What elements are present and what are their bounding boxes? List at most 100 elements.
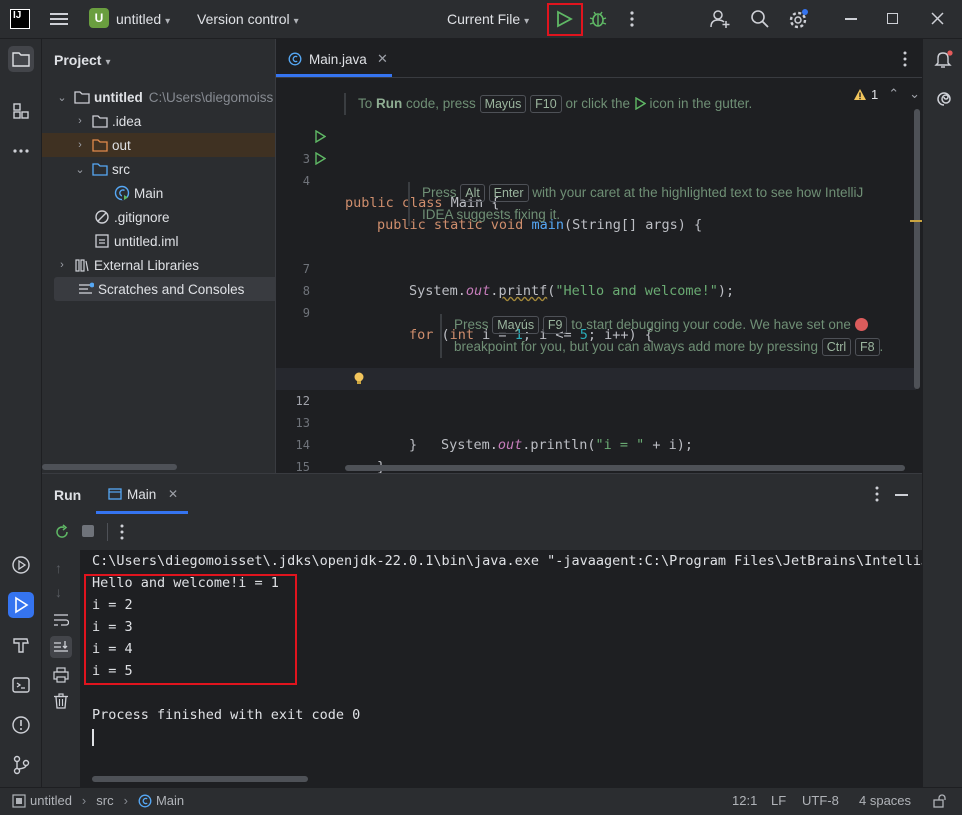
project-badge[interactable]: U bbox=[89, 8, 109, 28]
trash-icon[interactable] bbox=[53, 693, 69, 709]
file-encoding[interactable]: UTF-8 bbox=[802, 793, 839, 808]
project-horizontal-scrollbar[interactable] bbox=[42, 464, 177, 470]
run-gutter-icon[interactable] bbox=[314, 130, 326, 143]
tab-options-icon[interactable] bbox=[902, 51, 908, 67]
notifications-bell-icon[interactable] bbox=[931, 46, 957, 72]
tree-item-out[interactable]: › out bbox=[42, 133, 307, 157]
terminal-icon[interactable] bbox=[8, 672, 34, 698]
code-line-4[interactable]: 4 public static void main(String[] args)… bbox=[276, 148, 916, 233]
hint-text: breakpoint for you, but you can always a… bbox=[454, 339, 822, 354]
structure-icon[interactable] bbox=[8, 98, 34, 124]
code-line-9[interactable]: 9 for (int i = 1; i <= 5; i++) { bbox=[276, 280, 916, 343]
ai-assistant-icon[interactable] bbox=[931, 86, 957, 112]
code-line-12[interactable]: 12 System.out.println("i = " + i); bbox=[276, 368, 916, 453]
run-tool-icon[interactable] bbox=[8, 592, 34, 618]
more-actions-icon[interactable] bbox=[119, 524, 125, 540]
close-tab-icon[interactable]: ✕ bbox=[377, 51, 388, 67]
warning-stripe-marker[interactable] bbox=[910, 220, 922, 222]
tab-run-main[interactable]: Main ✕ bbox=[96, 474, 188, 514]
more-tools-icon[interactable] bbox=[8, 138, 34, 164]
tree-item-external-libraries[interactable]: › External Libraries bbox=[42, 253, 289, 277]
indent-setting[interactable]: 4 spaces bbox=[859, 793, 911, 808]
scroll-up-icon[interactable]: ↑ bbox=[55, 560, 62, 576]
scroll-to-end-icon[interactable] bbox=[50, 636, 72, 658]
close-tab-icon[interactable]: ✕ bbox=[168, 487, 178, 501]
app-logo[interactable]: IJ bbox=[10, 9, 30, 29]
chevron-right-icon: › bbox=[78, 115, 82, 127]
run-gutter-icon[interactable] bbox=[314, 152, 326, 165]
rerun-icon[interactable] bbox=[54, 524, 70, 540]
hint-text: or click the bbox=[561, 96, 634, 111]
hint-text: . bbox=[879, 339, 884, 354]
run-config-selector[interactable]: Current File ▾ bbox=[447, 11, 529, 27]
tree-item-label: Main bbox=[134, 185, 164, 201]
chevron-down-icon: ▾ bbox=[105, 57, 111, 68]
breakpoint-icon bbox=[854, 318, 868, 331]
editor: Main.java ✕ 1 ⌃ ⌄ To Run code, press May… bbox=[276, 39, 922, 497]
tree-item-idea[interactable]: › .idea bbox=[42, 109, 307, 133]
more-actions-icon[interactable] bbox=[629, 11, 635, 27]
code-line-15[interactable]: 15 } bbox=[276, 434, 916, 497]
code-line-13[interactable]: 13 } bbox=[276, 390, 916, 453]
java-class-icon bbox=[114, 185, 130, 201]
add-user-icon[interactable] bbox=[709, 9, 731, 29]
main-menu-icon[interactable] bbox=[50, 11, 68, 27]
print-icon[interactable] bbox=[53, 667, 69, 683]
run-options-icon[interactable] bbox=[874, 486, 880, 502]
scroll-down-icon[interactable]: ↓ bbox=[55, 584, 62, 600]
project-panel: Project ▾ ⌄ untitled C:\Users\diegomoiss … bbox=[42, 39, 307, 473]
git-icon[interactable] bbox=[8, 752, 34, 778]
build-hammer-icon[interactable] bbox=[8, 632, 34, 658]
shortcut-key: Mayús bbox=[479, 95, 527, 113]
tree-item-src[interactable]: ⌄ src bbox=[42, 157, 307, 181]
search-icon[interactable] bbox=[750, 9, 770, 29]
breadcrumb-item[interactable]: untitled bbox=[30, 793, 72, 808]
settings-gear-icon[interactable] bbox=[788, 8, 810, 30]
debug-button[interactable] bbox=[588, 9, 608, 29]
editor-vertical-scrollbar[interactable] bbox=[914, 109, 920, 389]
warning-icon bbox=[853, 88, 867, 101]
soft-wrap-icon[interactable] bbox=[53, 613, 69, 627]
problems-icon[interactable] bbox=[8, 712, 34, 738]
code-line-3[interactable]: 3 public class Main { bbox=[276, 126, 916, 211]
code-line-8[interactable]: 8 bbox=[276, 258, 916, 298]
lock-icon[interactable] bbox=[933, 794, 947, 808]
editor-horizontal-scrollbar[interactable] bbox=[345, 465, 905, 471]
minimize-window-icon[interactable] bbox=[845, 18, 857, 20]
project-panel-title: Project bbox=[54, 52, 102, 68]
shortcut-key: Ctrl bbox=[821, 338, 852, 356]
close-window-icon[interactable] bbox=[931, 9, 945, 29]
hint-text: Press bbox=[454, 317, 493, 332]
chevron-down-icon[interactable]: ⌄ bbox=[909, 86, 920, 102]
project-selector[interactable]: untitled ▾ bbox=[116, 11, 170, 27]
code-line-14[interactable]: 14 } bbox=[276, 412, 916, 475]
code-line-7[interactable]: 7 System.out.printf("Hello and welcome!"… bbox=[276, 236, 916, 299]
hide-panel-icon[interactable] bbox=[895, 494, 908, 496]
tree-item-scratches[interactable]: Scratches and Consoles bbox=[54, 277, 286, 301]
lightbulb-icon[interactable] bbox=[352, 371, 366, 387]
chevron-down-icon: ▾ bbox=[165, 16, 171, 27]
caret-position[interactable]: 12:1 bbox=[732, 793, 757, 808]
tab-label: Main bbox=[127, 487, 157, 502]
console-horizontal-scrollbar[interactable] bbox=[92, 776, 308, 782]
services-icon[interactable] bbox=[8, 552, 34, 578]
project-panel-header[interactable]: Project ▾ bbox=[54, 52, 111, 68]
maximize-window-icon[interactable] bbox=[887, 13, 898, 24]
project-folder-icon[interactable] bbox=[8, 46, 34, 72]
shortcut-key: Enter bbox=[488, 184, 529, 202]
tree-item-untitled[interactable]: ⌄ untitled C:\Users\diegomoiss bbox=[42, 85, 289, 109]
tree-item-label: Scratches and Consoles bbox=[98, 281, 245, 297]
debug-hint: Press Mayús F9 to start debugging your c… bbox=[440, 314, 883, 358]
hint-text: To bbox=[358, 96, 377, 111]
intention-hint: Press Alt Enter with your caret at the h… bbox=[408, 182, 863, 226]
stop-icon[interactable] bbox=[82, 525, 94, 537]
tab-label: Main.java bbox=[309, 52, 367, 67]
warnings-indicator[interactable]: 1 ⌃ ⌄ bbox=[853, 86, 920, 102]
breadcrumb-item[interactable]: src bbox=[96, 793, 113, 808]
hint-text: IDEA suggests fixing it. bbox=[422, 207, 561, 222]
vcs-selector[interactable]: Version control ▾ bbox=[197, 11, 299, 27]
chevron-up-icon[interactable]: ⌃ bbox=[888, 86, 899, 102]
line-separator[interactable]: LF bbox=[771, 793, 786, 808]
breadcrumb-item[interactable]: Main bbox=[156, 793, 184, 808]
tab-main-java[interactable]: Main.java ✕ bbox=[276, 39, 392, 77]
